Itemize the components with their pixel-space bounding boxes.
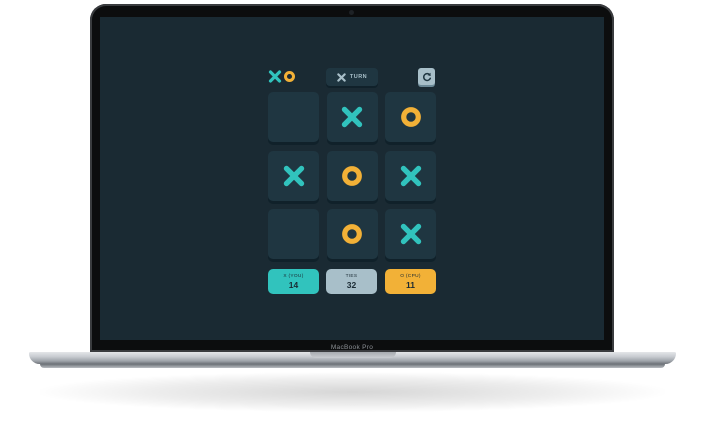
board-cell-1-3[interactable] bbox=[385, 92, 436, 142]
camera-icon bbox=[349, 10, 354, 15]
score-x-card: X (YOU) 14 bbox=[268, 269, 319, 294]
score-x-value: 14 bbox=[288, 280, 299, 290]
turn-label: TURN bbox=[349, 74, 368, 80]
turn-indicator: TURN bbox=[326, 68, 378, 86]
laptop-shadow bbox=[40, 372, 665, 412]
board-cell-2-3[interactable] bbox=[385, 150, 436, 201]
o-mark-icon bbox=[342, 224, 362, 244]
board-cell-2-1[interactable] bbox=[268, 150, 319, 201]
board-cell-3-1[interactable] bbox=[268, 209, 319, 259]
board-cell-2-2[interactable] bbox=[326, 150, 378, 201]
game-screen: TURN X (YOU) 14 TIES 32 O (CPU) 11 bbox=[100, 17, 604, 340]
board-cell-3-2[interactable] bbox=[326, 209, 378, 259]
brand-label: MacBook Pro bbox=[330, 344, 374, 351]
board-cell-3-3[interactable] bbox=[385, 209, 436, 259]
restart-button[interactable] bbox=[418, 68, 435, 85]
score-o-label: O (CPU) bbox=[400, 274, 421, 279]
board-cell-1-1[interactable] bbox=[268, 92, 319, 142]
turn-x-icon bbox=[337, 72, 346, 82]
laptop-base-lip bbox=[40, 364, 665, 368]
laptop-lid: TURN X (YOU) 14 TIES 32 O (CPU) 11 MacBo… bbox=[90, 4, 614, 352]
x-mark-icon bbox=[400, 223, 421, 245]
o-mark-icon bbox=[342, 165, 362, 186]
score-ties-value: 32 bbox=[346, 280, 357, 290]
score-x-label: X (YOU) bbox=[283, 274, 304, 279]
x-mark-icon bbox=[341, 106, 363, 128]
score-o-value: 11 bbox=[406, 280, 415, 290]
game-board bbox=[268, 92, 436, 260]
score-ties-card: TIES 32 bbox=[326, 269, 377, 294]
xo-logo-icon bbox=[268, 70, 295, 83]
trackpad-notch bbox=[310, 352, 396, 358]
x-mark-icon bbox=[400, 165, 421, 186]
laptop-base bbox=[29, 352, 676, 364]
x-mark-icon bbox=[283, 165, 304, 186]
restart-icon bbox=[422, 72, 431, 81]
game-header: TURN bbox=[100, 68, 604, 86]
score-o-card: O (CPU) 11 bbox=[385, 269, 436, 294]
o-mark-icon bbox=[400, 107, 421, 127]
board-cell-1-2[interactable] bbox=[326, 92, 378, 142]
score-ties-label: TIES bbox=[345, 274, 358, 279]
